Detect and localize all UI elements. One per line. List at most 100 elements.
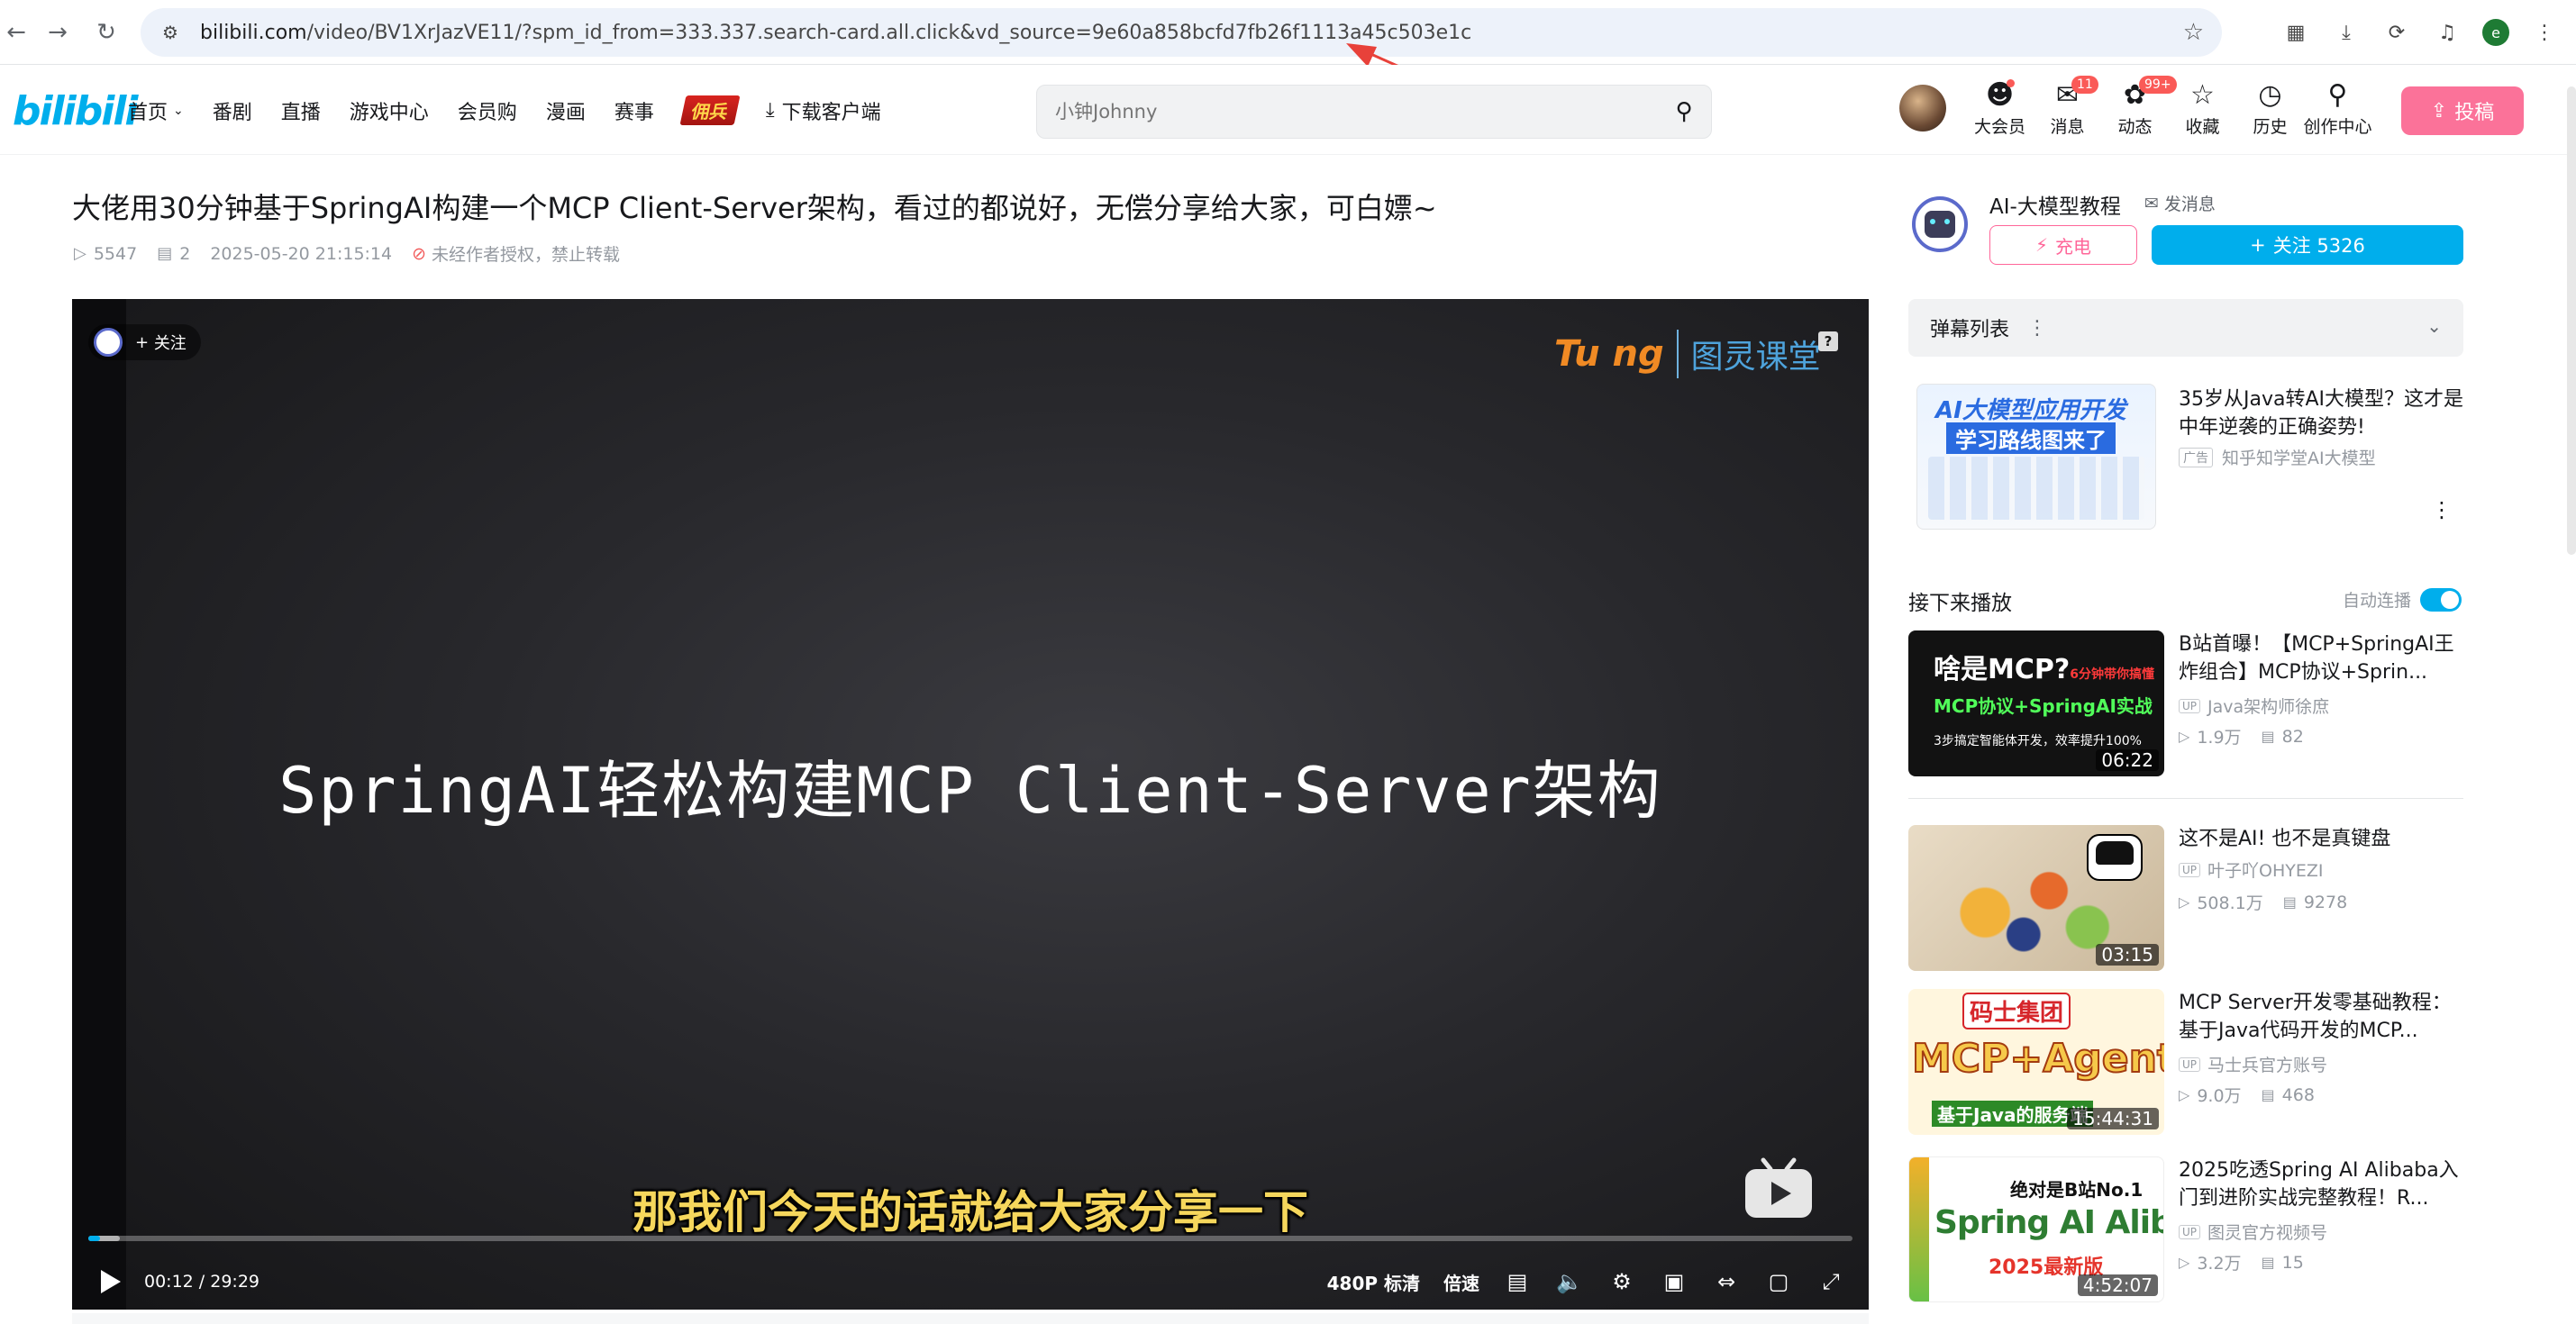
forward-icon[interactable]: →	[41, 16, 74, 49]
divider	[1908, 798, 2463, 799]
video-player[interactable]: + 关注 Tu ng 图灵课堂 ? SpringAI轻松构建MCP Client…	[72, 299, 1869, 1310]
recommend-stats: ▷ 9.0万 ▤ 468	[2179, 1084, 2315, 1107]
nav-esports[interactable]: 赛事	[614, 96, 654, 125]
recommend-thumbnail[interactable]: 绝对是B站No.1 Spring AI Alibaba 2025最新版 4:52…	[1908, 1156, 2164, 1302]
subtitle-text: 那我们今天的话就给大家分享一下	[633, 1186, 1308, 1238]
up-icon: UP	[2179, 862, 2201, 877]
recommend-uploader[interactable]: UP 叶子吖OHYEZI	[2179, 857, 2324, 882]
player-follow-chip[interactable]: + 关注	[88, 324, 201, 360]
recommend-item[interactable]: 啥是MCP?6分钟带你搞懂 MCP协议+SpringAI实战 3步搞定智能体开发…	[1908, 630, 2463, 778]
recommend-item[interactable]: 绝对是B站No.1 Spring AI Alibaba 2025最新版 4:52…	[1908, 1156, 2463, 1304]
search-bar: ⚲	[1036, 85, 1712, 139]
promo-banner[interactable]: 佣兵	[679, 95, 741, 125]
ad-thumbnail[interactable]: AI大模型应用开发 学习路线图来了	[1916, 384, 2156, 530]
help-icon[interactable]: ?	[1818, 331, 1838, 351]
recommend-title[interactable]: MCP Server开发零基础教程：基于Java代码开发的MCP...	[2179, 989, 2463, 1045]
profile-avatar[interactable]: e	[2482, 19, 2509, 46]
danmaku-list-panel[interactable]: 弹幕列表 ⋮ ⌄	[1908, 299, 2463, 357]
downloads-icon[interactable]: ⤓	[2331, 17, 2362, 48]
history-entry[interactable]: ◷ 历史	[2236, 77, 2304, 138]
follow-button[interactable]: + 关注 5326	[2152, 225, 2463, 265]
ad-title[interactable]: 35岁从Java转AI大模型？这才是中年逆袭的正确姿势!	[2179, 385, 2463, 441]
upload-button[interactable]: ⇪ 投稿	[2401, 86, 2524, 135]
more-options-icon[interactable]: ⋮	[2431, 497, 2453, 522]
up-icon: UP	[2179, 1056, 2201, 1072]
history-icon: ◷	[2258, 78, 2282, 111]
speed-selector[interactable]: 倍速	[1443, 1269, 1479, 1295]
recommend-thumbnail[interactable]: 码士集团 MCP+Agent 基于Java的服务端 15:44:31	[1908, 989, 2164, 1135]
bookmark-star-icon[interactable]: ☆	[2183, 19, 2204, 46]
nav-mall[interactable]: 会员购	[458, 96, 517, 125]
danmaku-icon: ▤	[157, 244, 173, 263]
web-fullscreen-icon[interactable]: ▢	[1764, 1267, 1793, 1296]
uploader-name[interactable]: AI-大模型教程	[1989, 189, 2121, 220]
up-icon: UP	[2179, 1224, 2201, 1239]
address-bar[interactable]: ⚙ bilibili.com/video/BV1XrJazVE11/?spm_i…	[141, 8, 2222, 57]
recommend-item[interactable]: 码士集团 MCP+Agent 基于Java的服务端 15:44:31 MCP S…	[1908, 989, 2463, 1137]
recommend-uploader[interactable]: UP 图灵官方视频号	[2179, 1220, 2327, 1244]
uploader-mini-avatar	[94, 328, 123, 357]
nav-live[interactable]: 直播	[281, 96, 321, 125]
search-input[interactable]	[1055, 101, 1657, 122]
download-icon: ⤓	[765, 99, 775, 122]
url-text[interactable]: bilibili.com/video/BV1XrJazVE11/?spm_id_…	[200, 22, 1471, 44]
search-icon[interactable]: ⚲	[1657, 85, 1711, 139]
site-settings-icon[interactable]: ⚙	[157, 19, 184, 46]
creator-center-entry[interactable]: ⚲ 创作中心	[2304, 77, 2372, 138]
autoplay-toggle[interactable]	[2420, 587, 2462, 612]
wide-mode-icon[interactable]: ⇔	[1712, 1267, 1741, 1296]
page-scrollbar[interactable]	[2567, 86, 2576, 555]
back-icon[interactable]: ←	[0, 16, 32, 49]
ad-tag: 广告	[2179, 447, 2213, 467]
recommend-title[interactable]: B站首曝！【MCP+SpringAI王炸组合】MCP协议+Sprin...	[2179, 630, 2463, 686]
quality-selector[interactable]: 480P 标清	[1327, 1269, 1420, 1295]
user-avatar[interactable]	[1899, 85, 1946, 131]
extensions-icon[interactable]: ▦	[2280, 17, 2311, 48]
upload-icon: ⇪	[2430, 99, 2448, 122]
ad-card[interactable]: AI大模型应用开发 学习路线图来了 35岁从Java转AI大模型？这才是中年逆袭…	[1908, 378, 2463, 531]
nav-home[interactable]: 首页 ⌄	[128, 96, 184, 125]
chevron-down-icon[interactable]: ⌄	[2426, 315, 2442, 337]
recommend-thumbnail[interactable]: 啥是MCP?6分钟带你搞懂 MCP协议+SpringAI实战 3步搞定智能体开发…	[1908, 630, 2164, 776]
play-button[interactable]	[99, 1265, 126, 1298]
recommend-title[interactable]: 2025吃透Spring AI Alibaba入门到进阶实战完整教程！R...	[2179, 1156, 2463, 1212]
picture-in-picture-icon[interactable]: ▣	[1660, 1267, 1689, 1296]
favorite-icon: ☆	[2190, 78, 2215, 111]
settings-icon[interactable]: ⚙	[1607, 1267, 1636, 1296]
bilibili-logo[interactable]: bilibili	[13, 88, 138, 134]
favorites-entry[interactable]: ☆ 收藏	[2169, 77, 2236, 138]
duration-label: 06:22	[2096, 749, 2159, 771]
recommend-item[interactable]: 03:15 这不是AI! 也不是真键盘 UP 叶子吖OHYEZI ▷ 508.1万 …	[1908, 825, 2463, 973]
member-entry[interactable]: ☻ 大会员	[1966, 77, 2034, 138]
download-client-link[interactable]: ⤓ 下载客户端	[766, 96, 881, 125]
recommend-uploader[interactable]: UP Java架构师徐庶	[2179, 694, 2329, 718]
up-next-label: 接下来播放	[1908, 592, 2012, 615]
nav-game-center[interactable]: 游戏中心	[350, 96, 429, 125]
nav-anime[interactable]: 番剧	[213, 96, 252, 125]
dynamic-entry[interactable]: ✿ 99+ 动态	[2101, 76, 2177, 138]
creator-icon: ⚲	[2327, 78, 2348, 111]
nav-manga[interactable]: 漫画	[546, 96, 586, 125]
recommend-thumbnail[interactable]: 03:15	[1908, 825, 2164, 971]
reload-icon[interactable]: ↻	[90, 16, 123, 49]
subtitle-toggle-icon[interactable]: ▤	[1503, 1267, 1532, 1296]
play-count-icon: ▷	[2179, 893, 2190, 911]
view-count: ▷ 5547	[74, 243, 138, 264]
message-entry[interactable]: ✉ 11 消息	[2034, 76, 2101, 138]
send-message-link[interactable]: ✉ 发消息	[2144, 191, 2216, 215]
recommend-stats: ▷ 1.9万 ▤ 82	[2179, 726, 2304, 748]
plus-icon: +	[135, 332, 154, 352]
uploader-avatar[interactable]	[1912, 196, 1968, 252]
progress-bar[interactable]	[88, 1236, 1852, 1241]
chrome-menu-icon[interactable]: ⋮	[2529, 17, 2560, 48]
more-options-icon[interactable]: ⋮	[2027, 317, 2047, 340]
autoplay-control[interactable]: 自动连播	[2343, 587, 2462, 612]
charge-button[interactable]: ⚡ 充电	[1989, 225, 2137, 265]
volume-icon[interactable]: 🔈	[1555, 1267, 1584, 1296]
recommend-uploader[interactable]: UP 马士兵官方账号	[2179, 1052, 2327, 1076]
media-icon[interactable]: ♫	[2432, 17, 2462, 48]
recommend-stats: ▷ 508.1万 ▤ 9278	[2179, 892, 2348, 914]
duration-label: 03:15	[2096, 944, 2159, 966]
sync-icon[interactable]: ⟳	[2381, 17, 2412, 48]
fullscreen-icon[interactable]: ⤢	[1816, 1267, 1845, 1296]
